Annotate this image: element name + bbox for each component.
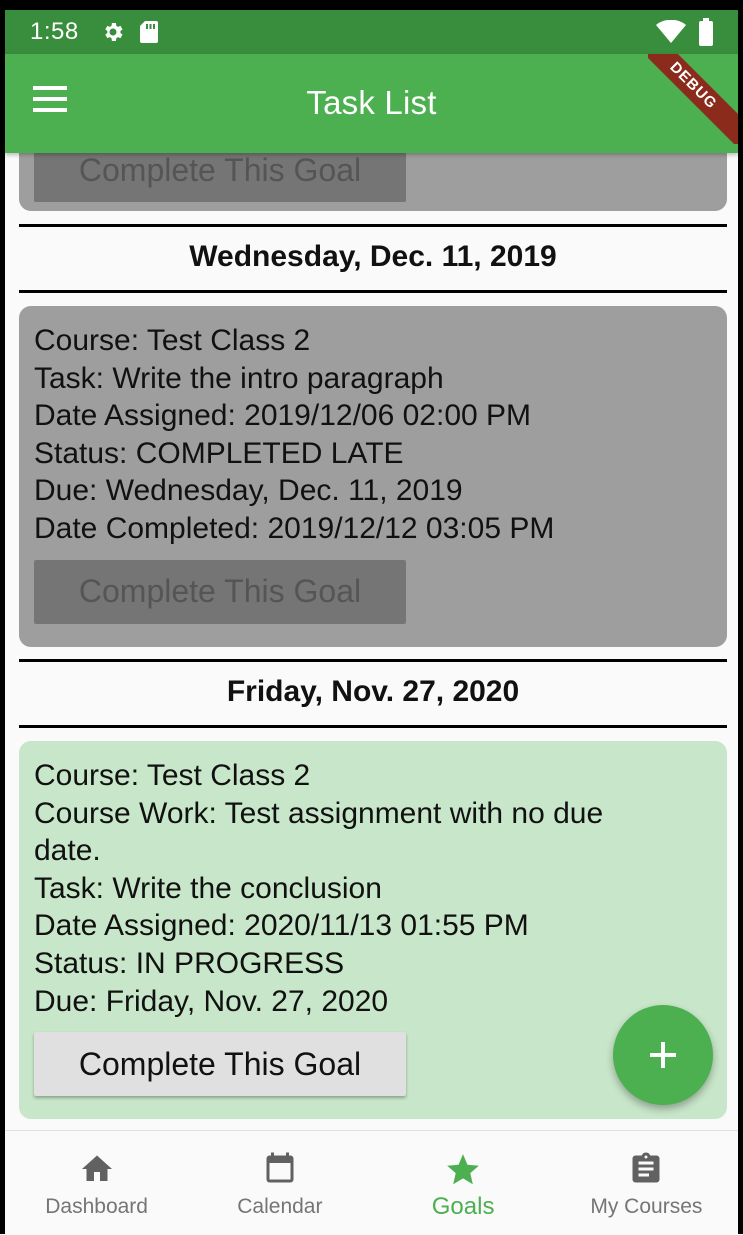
sd-card-icon [139, 21, 158, 43]
complete-goal-button[interactable]: Complete This Goal [34, 559, 406, 624]
settings-icon [105, 23, 123, 41]
nav-label: Goals [431, 1193, 495, 1220]
divider [19, 224, 727, 227]
debug-banner-container: DEBUG [648, 54, 738, 144]
wifi-icon [656, 20, 686, 43]
nav-item-goals[interactable]: Goals [372, 1131, 555, 1235]
due-text: Due: Friday, Nov. 27, 2020 [34, 984, 389, 1018]
home-icon [81, 1155, 112, 1181]
complete-goal-button[interactable]: Complete This Goal [34, 1032, 406, 1097]
divider [19, 659, 727, 662]
nav-item-dashboard[interactable]: Dashboard [5, 1131, 188, 1235]
divider [19, 290, 727, 293]
date-header: Friday, Nov. 27, 2020 [226, 675, 520, 708]
nav-item-calendar[interactable]: Calendar [188, 1131, 371, 1235]
course-text: Course: Test Class 2 [34, 324, 311, 357]
app-bar: Task List DEBUG [5, 54, 738, 153]
status-bar: 1:58 [5, 10, 738, 54]
task-card: Course: Test Class 2 Task: Write the int… [19, 306, 727, 647]
star-icon [447, 1154, 479, 1185]
status-right-icons [656, 18, 714, 46]
task-text: Task: Write the conclusion [34, 871, 382, 905]
due-text: Due: Wednesday, Dec. 11, 2019 [34, 474, 463, 508]
nav-label: My Courses [590, 1195, 703, 1218]
calendar-icon [266, 1152, 294, 1183]
course-text: Course: Test Class 2 [34, 759, 311, 792]
battery-icon [699, 18, 713, 46]
page-title: Task List [306, 84, 437, 121]
task-list[interactable]: Complete This Goal Wednesday, Dec. 11, 2… [5, 153, 738, 1130]
nav-item-my-courses[interactable]: My Courses [555, 1131, 738, 1235]
frame-right [738, 0, 743, 1234]
task-text: Task: Write the intro paragraph [34, 361, 444, 395]
date-assigned-text: Date Assigned: 2019/12/06 02:00 PM [34, 399, 532, 433]
date-assigned-text: Date Assigned: 2020/11/13 01:55 PM [34, 909, 529, 943]
nav-label: Dashboard [45, 1195, 148, 1218]
debug-banner: DEBUG [648, 54, 738, 144]
bottom-nav: Dashboard Calendar Goals My Courses [5, 1130, 738, 1235]
status-time: 1:58 [30, 18, 79, 45]
date-completed-text: Date Completed: 2019/12/12 03:05 PM [34, 511, 555, 545]
status-text: Status: IN PROGRESS [34, 946, 345, 980]
task-card: Complete This Goal [19, 153, 727, 211]
course-work-text: Course Work: Test assignment with no due… [34, 796, 604, 868]
add-goal-button[interactable] [613, 1005, 713, 1105]
frame-top [0, 0, 743, 10]
clipboard-icon [632, 1152, 660, 1183]
frame-left [0, 0, 5, 1234]
divider [19, 725, 727, 728]
plus-icon [650, 1042, 676, 1068]
date-header: Wednesday, Dec. 11, 2019 [189, 240, 557, 273]
nav-label: Calendar [237, 1195, 323, 1218]
complete-goal-button[interactable]: Complete This Goal [34, 153, 406, 202]
status-text: Status: COMPLETED LATE [34, 436, 404, 470]
